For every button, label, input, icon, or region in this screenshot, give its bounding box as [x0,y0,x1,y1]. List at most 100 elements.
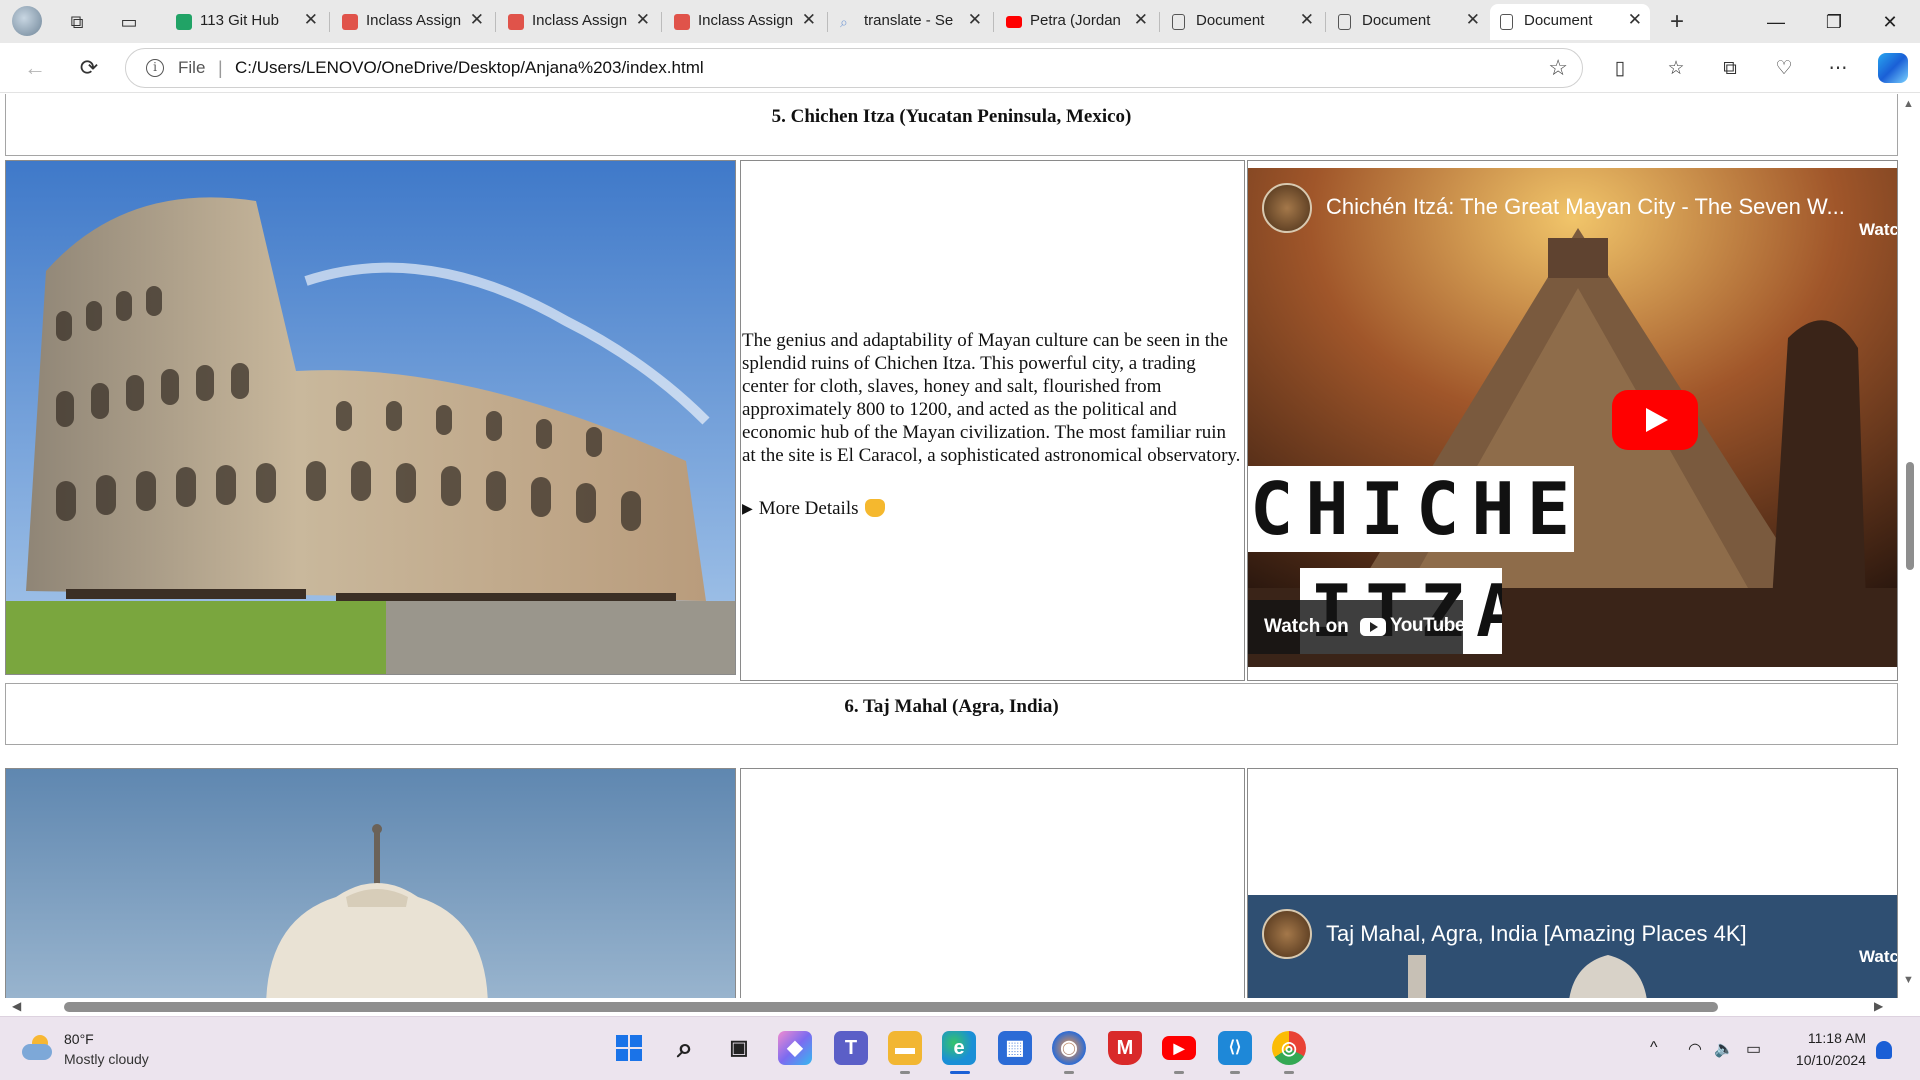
wifi-icon[interactable]: ◠ [1688,1039,1702,1059]
close-tab-icon[interactable]: ✕ [470,10,484,30]
more-menu-icon[interactable]: ⋯ [1824,55,1852,83]
video-title[interactable]: Chichén Itzá: The Great Mayan City - The… [1326,194,1845,220]
address-bar[interactable]: i File | C:/Users/LENOVO/OneDrive/Deskto… [125,48,1583,88]
tab-git-hub[interactable]: 113 Git Hub ✕ [166,4,326,40]
reload-button[interactable]: ⟳ [74,53,104,83]
tab-actions-icon[interactable]: ▭ [116,9,142,35]
document-favicon-icon [1172,14,1185,30]
back-button[interactable]: ← [20,53,50,83]
channel-avatar[interactable] [1262,183,1312,233]
scroll-left-arrow-icon[interactable]: ◀ [12,999,21,1013]
youtube-embed-taj-mahal[interactable]: Taj Mahal, Agra, India [Amazing Places 4… [1248,895,1897,998]
vertical-scrollbar[interactable]: ▲ ▼ [1898,94,1920,998]
split-screen-icon[interactable]: ▯ [1606,55,1634,83]
weather-condition[interactable]: Mostly cloudy [64,1051,149,1067]
teams-icon: T [844,1037,858,1059]
profile-avatar[interactable] [12,6,42,36]
disclosure-triangle-icon: ▶ [742,502,753,517]
edge-app[interactable]: e [942,1031,976,1065]
favorite-star-icon[interactable]: ☆ [1548,55,1568,81]
clock-date[interactable]: 10/10/2024 [1786,1052,1866,1068]
more-details-toggle[interactable]: ▶ More Details [742,498,885,520]
watch-later-button[interactable]: Watc [1859,220,1897,240]
horizontal-scroll-thumb[interactable] [64,1002,1718,1012]
volume-icon[interactable]: 🔈 [1714,1039,1734,1059]
minimize-button[interactable]: — [1754,9,1798,35]
vertical-scroll-thumb[interactable] [1906,462,1914,570]
file-explorer-app[interactable]: ▬ [888,1031,922,1065]
tab-petra[interactable]: Petra (Jordan ✕ [996,4,1156,40]
watch-on-youtube-button[interactable]: Watch on YouTube [1248,600,1465,654]
teams-app[interactable]: T [834,1031,868,1065]
close-tab-icon[interactable]: ✕ [802,10,816,30]
collections-icon[interactable]: ⧉ [1716,55,1744,83]
tab-separator [661,12,662,32]
section-heading: 5. Chichen Itza (Yucatan Peninsula, Mexi… [771,106,1132,127]
vscode-app[interactable]: ⟨⟩ [1218,1031,1252,1065]
close-tab-icon[interactable]: ✕ [1134,10,1148,30]
search-button[interactable]: ⌕ [668,1031,702,1065]
close-tab-icon[interactable]: ✕ [636,10,650,30]
image-cell [5,160,736,675]
favorites-icon[interactable]: ☆ [1662,55,1690,83]
new-tab-button[interactable]: + [1664,9,1690,35]
play-button[interactable] [1612,390,1698,450]
notification-bell-icon[interactable] [1876,1041,1892,1059]
scheme-label: File [178,58,206,77]
scroll-right-arrow-icon[interactable]: ▶ [1874,999,1883,1013]
youtube-embed-chichen-itza[interactable]: Chichén Itzá: The Great Mayan City - The… [1248,168,1897,667]
sheets-favicon-icon [176,14,192,30]
close-tab-icon[interactable]: ✕ [1300,10,1314,30]
taj-mahal-image [6,769,735,998]
more-details-label: More Details [758,498,859,519]
description-cell: The genius and adaptability of Mayan cul… [740,160,1245,681]
tab-document-active[interactable]: Document ✕ [1490,4,1650,40]
workspaces-icon[interactable]: ⧉ [64,9,90,35]
youtube-app[interactable]: ▶ [1162,1036,1196,1060]
task-view-button[interactable]: ▣ [722,1031,756,1065]
chrome-app[interactable]: ◎ [1272,1031,1306,1065]
video-cell: Taj Mahal, Agra, India [Amazing Places 4… [1247,768,1898,998]
watch-later-button[interactable]: Watc [1859,947,1897,967]
youtube-icon: ▶ [1173,1040,1185,1056]
close-tab-icon[interactable]: ✕ [304,10,318,30]
video-title[interactable]: Taj Mahal, Agra, India [Amazing Places 4… [1326,921,1747,947]
copilot-icon[interactable] [1878,53,1908,83]
tab-title: Document [1524,12,1593,29]
browser-essentials-icon[interactable]: ♡ [1770,55,1798,83]
scroll-down-arrow-icon[interactable]: ▼ [1903,974,1914,986]
weather-temperature[interactable]: 80°F [64,1031,94,1047]
tab-document-2[interactable]: Document ✕ [1328,4,1488,40]
section-heading-row: 5. Chichen Itza (Yucatan Peninsula, Mexi… [5,94,1898,156]
close-tab-icon[interactable]: ✕ [1628,10,1642,30]
firefox-app[interactable]: ◉ [1052,1031,1086,1065]
section-heading: 6. Taj Mahal (Agra, India) [844,696,1059,717]
show-hidden-icons-chevron-icon[interactable]: ^ [1650,1039,1658,1057]
tab-translate[interactable]: ⌕ translate - Se ✕ [830,4,990,40]
horizontal-scrollbar[interactable]: ◀ ▶ [0,998,1898,1016]
tab-document-1[interactable]: Document ✕ [1162,4,1322,40]
mcafee-app[interactable]: M [1108,1031,1142,1065]
tab-inclass-3[interactable]: Inclass Assign ✕ [664,4,824,40]
restore-button[interactable]: ❐ [1812,9,1856,35]
start-button[interactable] [612,1031,646,1065]
tab-inclass-1[interactable]: Inclass Assign ✕ [332,4,492,40]
clock-time[interactable]: 11:18 AM [1800,1030,1866,1046]
tab-separator [1159,12,1160,32]
close-tab-icon[interactable]: ✕ [968,10,982,30]
copilot-app[interactable]: ◆ [778,1031,812,1065]
close-window-button[interactable]: ✕ [1868,9,1912,35]
browser-toolbar: ← ⟳ i File | C:/Users/LENOVO/OneDrive/De… [0,43,1920,93]
url-text[interactable]: C:/Users/LENOVO/OneDrive/Desktop/Anjana%… [235,58,704,78]
microsoft-store-app[interactable]: ▦ [998,1031,1032,1065]
battery-icon[interactable]: ▭ [1746,1039,1761,1059]
tab-inclass-2[interactable]: Inclass Assign ✕ [498,4,658,40]
site-info-icon[interactable]: i [146,59,164,77]
channel-avatar[interactable] [1262,909,1312,959]
pdf-favicon-icon [508,14,524,30]
tab-title: 113 Git Hub [200,12,279,29]
tab-separator [1325,12,1326,32]
scroll-up-arrow-icon[interactable]: ▲ [1903,98,1914,110]
close-tab-icon[interactable]: ✕ [1466,10,1480,30]
weather-cloudy-icon[interactable] [22,1035,54,1061]
